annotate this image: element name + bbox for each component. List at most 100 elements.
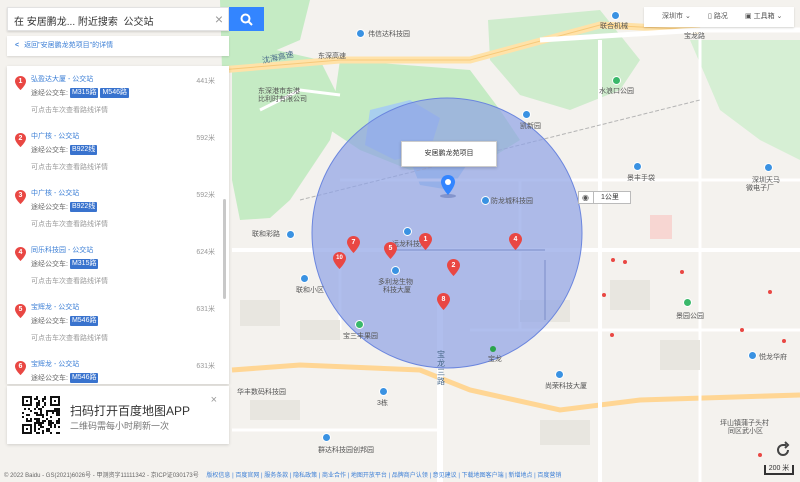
radius-scale-control[interactable]: ◉ 1公里 [578, 191, 631, 204]
result-routes: 途经公交车: M315路 M546路 [31, 88, 229, 100]
poi-icon [633, 162, 642, 171]
result-routes: 途经公交车: B922线 [31, 202, 229, 214]
result-item[interactable]: 6 宝辉龙 - 公交站 631米 途经公交车: M546路 [7, 351, 229, 384]
poi-icon [391, 266, 400, 275]
project-callout[interactable]: 安居鹏龙苑项目 [401, 141, 497, 167]
result-hint: 可点击车次查看路线详情 [31, 335, 108, 342]
location-marker-icon[interactable] [441, 175, 455, 195]
eye-icon: ◉ [582, 193, 589, 202]
poi-icon [403, 227, 412, 236]
label-baolong-station: 宝龙 [488, 356, 502, 363]
label-pingshan: 坪山镇蒲子头村 [720, 420, 769, 427]
label-lianhe-village: 联和小区 [296, 287, 324, 294]
back-label: 返回"安居鹏龙苑项目"的详情 [24, 42, 114, 49]
search-input[interactable] [14, 12, 210, 28]
result-item[interactable]: 4 同乐科技园 - 公交站 624米 途经公交车: M315路 可点击车次查看路线… [7, 237, 229, 294]
result-routes: 途经公交车: B922线 [31, 145, 229, 157]
map-pin-1[interactable]: 1 [419, 233, 432, 250]
app-promo: 扫码打开百度地图APP 二维码需每小时刷新一次 × [7, 386, 229, 444]
search-button[interactable] [229, 7, 264, 31]
footer-links[interactable]: 版权信息 | 百度官网 | 服务条款 | 隐私政策 | 商业合作 | 地图开放平… [206, 473, 561, 479]
traffic-light-icon: ▯ [708, 13, 712, 20]
map-pin-8[interactable]: 8 [437, 293, 450, 310]
label-shenzhen-port: 东深港市东港 [258, 88, 300, 95]
back-to-detail-link[interactable]: < 返回"安居鹏龙苑项目"的详情 [7, 36, 229, 56]
result-distance: 631米 [196, 363, 215, 370]
result-hint: 可点击车次查看路线详情 [31, 164, 108, 171]
scrollbar[interactable] [223, 199, 226, 299]
result-item[interactable]: 1 弘盈达大厦 - 公交站 441米 途经公交车: M315路 M546路 可点击车… [7, 66, 229, 123]
map-pin-2[interactable]: 2 [447, 259, 460, 276]
poi-icon [356, 29, 365, 38]
label-duoli: 多利龙生物 [378, 279, 413, 286]
poi-icon [612, 76, 621, 85]
map-toolbar: 深圳市 ⌄ ▯ 路况 ▣ 工具箱 ⌄ [644, 7, 794, 27]
result-distance: 592米 [196, 135, 215, 142]
marker-shadow [440, 194, 456, 198]
routes-label: 途经公交车: [31, 90, 68, 97]
result-distance: 441米 [196, 78, 215, 85]
route-tag[interactable]: M315路 [69, 259, 99, 269]
poi-icon [748, 351, 757, 360]
map-pin-4[interactable]: 4 [509, 233, 522, 250]
label-lianhe-mech: 联合机械 [600, 23, 628, 30]
route-tag[interactable]: M546路 [100, 88, 129, 98]
search-icon [240, 13, 253, 26]
traffic-label: 路况 [713, 13, 728, 20]
map-pin-5[interactable]: 5 [384, 242, 397, 259]
result-hint: 可点击车次查看路线详情 [31, 107, 108, 114]
result-pin-icon: 2 [15, 133, 26, 147]
routes-label: 途经公交车: [31, 318, 68, 325]
poi-icon [764, 163, 773, 172]
label-dongshen: 东深高速 [318, 53, 346, 60]
label-duoli2: 科技大厦 [383, 287, 411, 294]
label-pingshan2: 同区武小区 [728, 428, 763, 435]
label-yuelong: 悦龙华府 [759, 354, 787, 361]
result-item[interactable]: 2 中广核 - 公交站 592米 途经公交车: B922线 可点击车次查看路线详情 [7, 123, 229, 180]
result-hint: 可点击车次查看路线详情 [31, 221, 108, 228]
label-baolong3: 宝龙三路 [437, 350, 445, 386]
label-shangrong: 尚荣科技大厦 [545, 383, 587, 390]
footer: © 2022 Baidu - GS(2021)6026号 - 甲测资字11111… [0, 470, 740, 482]
traffic-button[interactable]: ▯ 路况 [708, 7, 728, 27]
chevron-down-icon: ⌄ [776, 13, 783, 20]
close-icon[interactable]: × [211, 394, 217, 406]
map-pin-7[interactable]: 7 [347, 236, 360, 253]
result-pin-icon: 4 [15, 247, 26, 261]
poi-icon [522, 110, 531, 119]
chevron-left-icon: < [15, 42, 20, 49]
result-item[interactable]: 3 中广核 - 公交站 592米 途经公交车: B922线 可点击车次查看路线详情 [7, 180, 229, 237]
result-routes: 途经公交车: M315路 [31, 259, 229, 271]
city-selector[interactable]: 深圳市 ⌄ [662, 7, 691, 27]
label-bubian: 比利时有限公司 [258, 96, 307, 103]
label-baosanfeng: 宝三丰果园 [343, 333, 378, 340]
poi-icon [300, 274, 309, 283]
label-lianhe-road: 联和彩路 [252, 231, 280, 238]
result-distance: 624米 [196, 249, 215, 256]
results-panel[interactable]: 1 弘盈达大厦 - 公交站 441米 途经公交车: M315路 M546路 可点击车… [7, 66, 229, 384]
routes-label: 途经公交车: [31, 375, 68, 382]
result-pin-icon: 5 [15, 304, 26, 318]
poi-icon [379, 387, 388, 396]
route-tag[interactable]: M315路 [69, 88, 99, 98]
result-routes: 途经公交车: M546路 [31, 373, 229, 384]
route-tag[interactable]: B922线 [69, 202, 98, 212]
label-jingyuan: 景园公园 [676, 313, 704, 320]
route-tag[interactable]: M546路 [69, 373, 99, 383]
poi-icon [286, 230, 295, 239]
route-tag[interactable]: M546路 [69, 316, 99, 326]
qr-code-icon [22, 396, 60, 434]
result-item[interactable]: 5 宝辉龙 - 公交站 631米 途经公交车: M546路 可点击车次查看路线详情 [7, 294, 229, 351]
search-box[interactable]: × [7, 7, 229, 31]
refresh-icon[interactable] [774, 441, 792, 459]
clear-icon[interactable]: × [215, 11, 223, 27]
poi-icon [555, 370, 564, 379]
results-list: 1 弘盈达大厦 - 公交站 441米 途经公交车: M315路 M546路 可点击车… [7, 66, 229, 384]
label-huafeng: 华丰数码科技园 [237, 389, 286, 396]
result-distance: 631米 [196, 306, 215, 313]
toolbox-button[interactable]: ▣ 工具箱 ⌄ [745, 7, 782, 27]
route-tag[interactable]: B922线 [69, 145, 98, 155]
poi-icon [481, 196, 490, 205]
label-weixin: 伟信达科技园 [368, 31, 410, 38]
map-pin-10[interactable]: 10 [333, 252, 346, 269]
